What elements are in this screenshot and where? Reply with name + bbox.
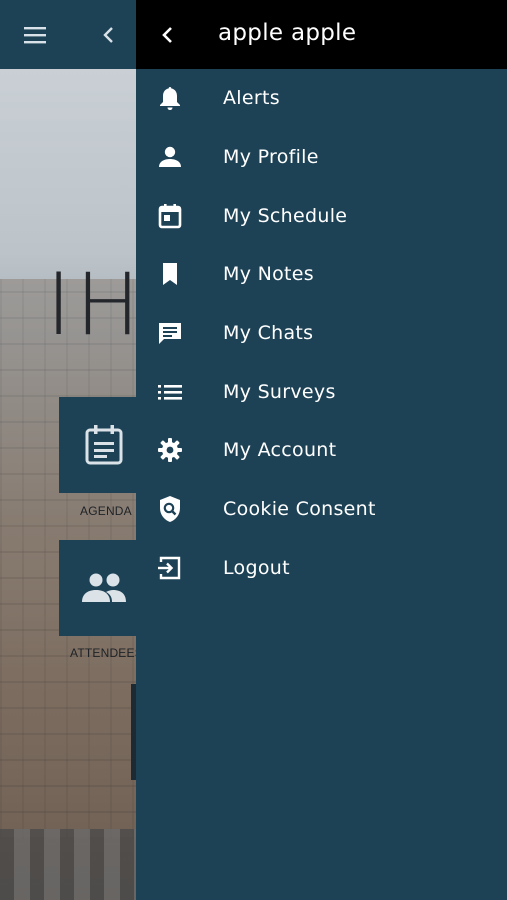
- menu-item-my-surveys[interactable]: My Surveys: [136, 362, 507, 421]
- drawer-user-name: apple apple: [218, 20, 357, 46]
- drawer-back-icon[interactable]: [158, 24, 178, 46]
- menu-item-my-chats[interactable]: My Chats: [136, 304, 507, 363]
- people-icon: [80, 572, 128, 604]
- bell-icon: [157, 85, 183, 111]
- menu-item-my-notes[interactable]: My Notes: [136, 245, 507, 304]
- chat-icon: [157, 320, 183, 346]
- menu-item-label: My Schedule: [223, 204, 348, 227]
- menu-item-cookie-consent[interactable]: Cookie Consent: [136, 480, 507, 539]
- event-logo: IH: [46, 255, 145, 355]
- agenda-tile-label: AGENDA: [80, 504, 132, 518]
- menu-item-label: Cookie Consent: [223, 498, 376, 521]
- gear-icon: [157, 437, 183, 463]
- street-image: [0, 829, 136, 900]
- bookmark-icon: [157, 261, 183, 287]
- menu-item-my-account[interactable]: My Account: [136, 421, 507, 480]
- person-icon: [157, 144, 183, 170]
- menu-item-label: My Chats: [223, 322, 314, 345]
- menu-item-label: My Account: [223, 439, 337, 462]
- menu-item-label: My Notes: [223, 263, 314, 286]
- menu-item-label: Alerts: [223, 87, 280, 110]
- drawer-menu: Alerts My Profile My Schedule My Notes M…: [136, 69, 507, 597]
- list-icon: [157, 379, 183, 405]
- hamburger-menu-icon[interactable]: [24, 26, 48, 44]
- logout-icon: [157, 555, 183, 581]
- shield-search-icon: [157, 496, 183, 523]
- agenda-icon: [84, 424, 124, 466]
- attendees-tile-label: ATTENDEES: [70, 646, 143, 660]
- menu-item-label: Logout: [223, 556, 290, 579]
- menu-item-label: My Profile: [223, 146, 319, 169]
- navigation-drawer: apple apple Alerts My Profile My Schedul…: [136, 0, 507, 900]
- drawer-header: apple apple: [136, 0, 507, 69]
- menu-item-logout[interactable]: Logout: [136, 539, 507, 598]
- menu-item-my-schedule[interactable]: My Schedule: [136, 186, 507, 245]
- menu-item-my-profile[interactable]: My Profile: [136, 128, 507, 187]
- back-chevron-icon[interactable]: [100, 24, 118, 46]
- calendar-icon: [157, 203, 183, 229]
- menu-item-label: My Surveys: [223, 380, 336, 403]
- menu-item-alerts[interactable]: Alerts: [136, 69, 507, 128]
